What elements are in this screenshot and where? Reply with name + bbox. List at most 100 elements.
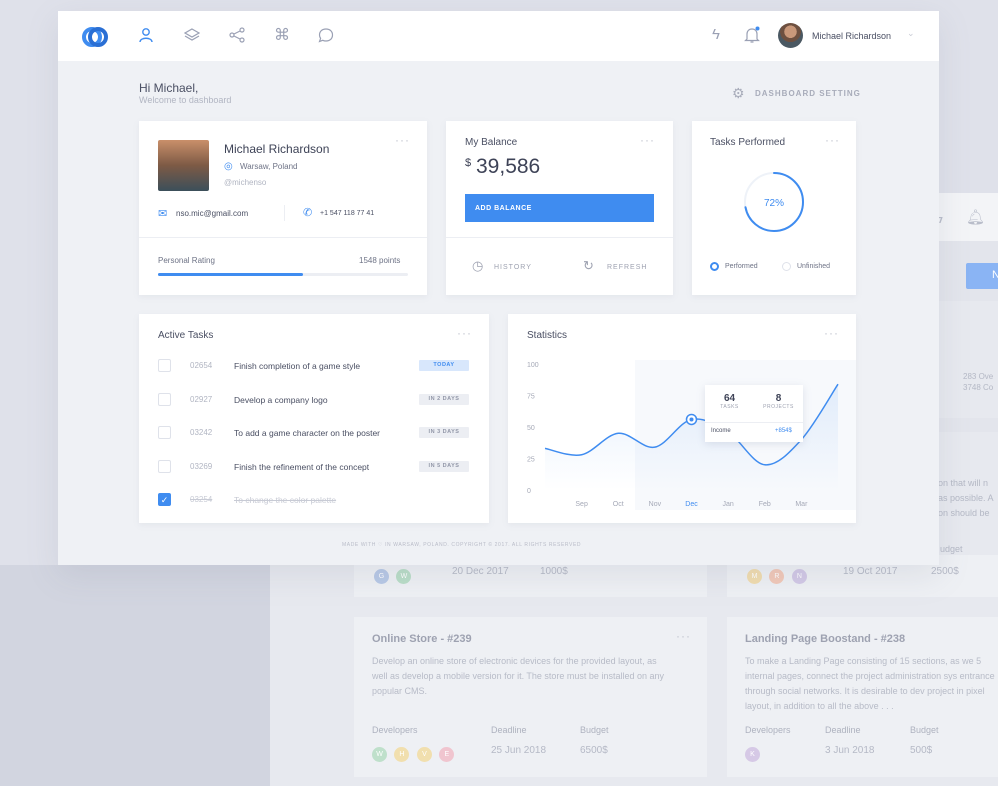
project-description: Develop an online store of electronic de…: [372, 656, 664, 696]
y-tick-label: 50: [527, 425, 535, 432]
refresh-button[interactable]: REFRESH: [607, 264, 647, 271]
clock-icon[interactable]: ◷: [472, 258, 483, 274]
task-checkbox[interactable]: [158, 393, 171, 406]
budget-value: 1000$: [540, 566, 568, 577]
refresh-icon[interactable]: ↻: [583, 258, 594, 274]
rating-label: Personal Rating: [158, 256, 215, 265]
task-row[interactable]: ✓ 03254 To change the color palette: [139, 486, 489, 519]
share-icon[interactable]: [229, 27, 245, 43]
avatar: V: [416, 747, 432, 762]
more-icon[interactable]: ···: [824, 326, 839, 340]
developer-avatars: G W: [374, 565, 414, 584]
phone-icon: ✆: [303, 207, 313, 219]
tooltip-projects-label: PROJECTS: [763, 404, 794, 410]
divider: [446, 237, 673, 238]
budget-value: 6500$: [580, 745, 608, 756]
profile-phone[interactable]: +1 547 118 77 41: [320, 210, 374, 217]
statistics-title: Statistics: [527, 330, 568, 341]
task-checkbox[interactable]: [158, 426, 171, 439]
more-icon[interactable]: ···: [825, 133, 840, 147]
task-text: To change the color palette: [234, 495, 337, 505]
task-row[interactable]: 02927 Develop a company logo IN 2 DAYS: [139, 386, 489, 419]
balance-amount: 39,586: [476, 155, 541, 178]
background-shade: [0, 565, 270, 786]
profile-handle: @michenso: [224, 178, 267, 187]
x-tick-label: Jan: [722, 501, 733, 508]
balance-card: My Balance ··· $ 39,586 ADD BALANCE ◷ HI…: [446, 121, 673, 295]
legend-unfinished: Unfinished: [797, 263, 831, 270]
x-tick-label: Mar: [795, 501, 808, 508]
divider: [284, 205, 285, 221]
divider: [139, 237, 427, 238]
project-description: To make a Landing Page consisting of 15 …: [745, 656, 995, 711]
chat-icon[interactable]: [318, 27, 334, 43]
avatar[interactable]: [778, 23, 803, 48]
add-balance-button[interactable]: ADD BALANCE: [465, 194, 654, 222]
y-tick-label: 25: [527, 457, 535, 464]
background-text: 283 Ove: [963, 372, 994, 381]
budget-label: Budget: [580, 725, 609, 735]
tooltip-projects-value: 8: [775, 393, 782, 404]
legend-unfinished-dot: [782, 262, 791, 271]
profile-email[interactable]: nso.mic@gmail.com: [176, 209, 248, 218]
avatar: E: [439, 747, 455, 762]
budget-label: Budget: [910, 725, 939, 735]
project-card: Landing Page Boostand - #238 To make a L…: [727, 617, 998, 777]
tooltip-income-value: +854$: [775, 428, 792, 434]
logo-icon[interactable]: [82, 23, 108, 49]
task-row[interactable]: 03242 To add a game character on the pos…: [139, 419, 489, 452]
user-name[interactable]: Michael Richardson: [812, 31, 891, 41]
balance-title: My Balance: [465, 137, 518, 148]
more-icon[interactable]: ···: [395, 133, 410, 147]
avatar: N: [791, 569, 807, 584]
developer-avatars: W H V E: [372, 743, 457, 762]
chevron-down-icon[interactable]: ⌄: [907, 28, 915, 39]
rating-value: 1548 points: [359, 256, 401, 265]
top-navbar: ⌘ ϟ Michael Richardson ⌄: [58, 11, 939, 61]
divider: [705, 422, 803, 423]
gear-icon[interactable]: ⚙: [732, 85, 745, 102]
deadline-label: Deadline: [825, 725, 861, 735]
lightning-icon[interactable]: ϟ: [712, 26, 720, 43]
location-icon: ◎: [224, 161, 233, 172]
bell-icon[interactable]: [744, 26, 760, 44]
budget-value: 2500$: [931, 566, 959, 577]
more-icon[interactable]: ···: [457, 326, 472, 340]
x-tick-label: Sep: [575, 501, 588, 508]
mail-icon: ✉: [158, 208, 168, 220]
tasks-performed-card: Tasks Performed ··· 72% Performed Unfini…: [692, 121, 856, 295]
layers-icon[interactable]: [184, 27, 200, 43]
task-checkbox[interactable]: [158, 359, 171, 372]
deadline-value: 25 Jun 2018: [491, 745, 547, 756]
profile-photo: [158, 140, 209, 191]
task-checkbox[interactable]: [158, 460, 171, 473]
avatar: W: [396, 569, 412, 584]
y-tick-label: 100: [527, 362, 539, 369]
footer-copyright: MADE WITH ♡ IN WARSAW, POLAND. COPYRIGHT…: [342, 542, 582, 548]
task-badge: IN 5 DAYS: [419, 461, 469, 472]
avatar-image: [778, 23, 803, 48]
statistics-chart: 0 25 50 75 100 Sep Oct Nov Dec Jan Feb Mar: [527, 360, 856, 510]
task-row[interactable]: 02654 Finish completion of a game style …: [139, 352, 489, 385]
task-text: Develop a company logo: [234, 395, 328, 405]
chart-point-dot: [689, 417, 694, 422]
history-button[interactable]: HISTORY: [494, 264, 532, 271]
more-icon[interactable]: ···: [640, 133, 655, 147]
active-tasks-title: Active Tasks: [158, 330, 214, 341]
deadline-label: Deadline: [491, 725, 527, 735]
task-row[interactable]: 03269 Finish the refinement of the conce…: [139, 453, 489, 486]
dashboard-setting-link[interactable]: DASHBOARD SETTING: [755, 89, 861, 98]
deadline-value: 3 Jun 2018: [825, 745, 875, 756]
tooltip-tasks-label: TASKS: [720, 404, 739, 410]
tasks-donut: 72%: [744, 172, 804, 232]
x-tick-label: Nov: [649, 501, 662, 508]
rating-progress: [158, 273, 408, 276]
user-icon[interactable]: [138, 27, 154, 43]
y-tick-label: 75: [527, 394, 535, 401]
command-icon[interactable]: ⌘: [274, 25, 290, 45]
tooltip-projects: 8 PROJECTS: [754, 385, 803, 410]
deadline-value: 19 Oct 2017: [843, 566, 898, 577]
task-checkbox-checked[interactable]: ✓: [158, 493, 171, 506]
x-tick-label: Oct: [613, 501, 624, 508]
developers-label: Developers: [745, 725, 791, 735]
